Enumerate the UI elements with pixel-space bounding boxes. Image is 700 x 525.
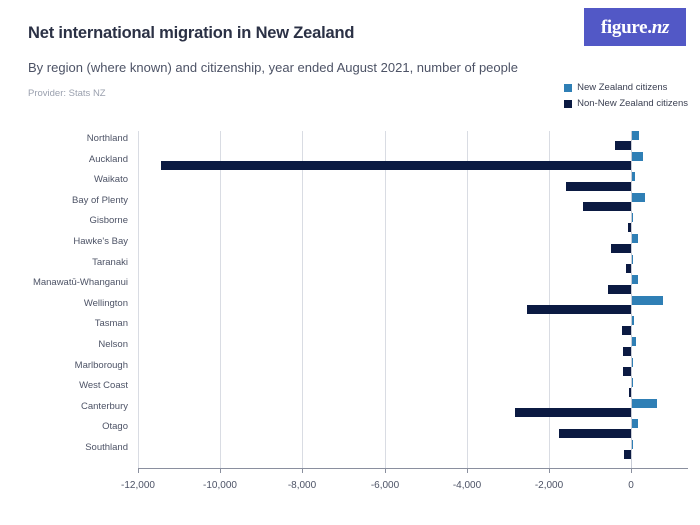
category-label: Gisborne [89,215,128,227]
bar-nz-citizens[interactable] [631,151,643,161]
category-axis: Northland Auckland Waikato Bay of Plenty Gis… [0,0,128,525]
x-axis-tick-label: -6,000 [370,480,400,491]
x-axis-tick [385,468,386,473]
category-label: Taranaki [92,256,128,268]
bar-nz-citizens[interactable] [631,131,639,140]
x-axis-tick [138,468,139,473]
category-label: Wellington [83,297,128,309]
category-label: West Coast [79,380,128,392]
bar-nz-citizens[interactable] [631,419,638,429]
x-axis-tick-label: -12,000 [121,480,155,491]
category-label: Auckland [88,153,128,165]
chart-figure: Net international migration in New Zeala… [0,0,700,525]
bar-non-nz-citizens[interactable] [526,305,631,315]
bar-non-nz-citizens[interactable] [623,449,631,459]
x-axis-tick [467,468,468,473]
bar-non-nz-citizens[interactable] [614,140,631,150]
plot-area: Northland Auckland Waikato Bay of Plenty Gis… [0,0,700,525]
category-label: Bay of Plenty [72,194,128,206]
x-axis-tick-label: -4,000 [452,480,482,491]
bar-non-nz-citizens[interactable] [161,161,631,171]
category-label: Otago [102,421,128,433]
x-axis-tick-label: -10,000 [203,480,237,491]
category-label: Southland [85,442,128,453]
x-axis-tick [631,468,632,473]
x-axis-tick-label: 0 [628,480,634,491]
category-label: Waikato [94,174,128,186]
bar-nz-citizens[interactable] [631,295,664,305]
bar-non-nz-citizens[interactable] [611,243,631,253]
category-label: Northland [86,133,128,144]
x-gridline [385,131,386,468]
x-gridline [138,131,139,468]
category-label: Hawke's Bay [73,236,128,247]
zero-line [631,131,632,468]
category-label: Tasman [94,318,128,330]
category-label: Canterbury [81,400,128,412]
x-gridline [467,131,468,468]
bar-non-nz-citizens[interactable] [582,202,631,212]
bar-non-nz-citizens[interactable] [621,326,631,335]
x-axis-tick-label: -8,000 [287,480,317,491]
category-label: Marlborough [74,359,128,371]
bar-non-nz-citizens[interactable] [566,181,631,191]
x-axis-tick [549,468,550,473]
x-gridline [220,131,221,468]
bar-non-nz-citizens[interactable] [607,284,631,294]
x-axis-tick-label: -2,000 [534,480,564,491]
bar-non-nz-citizens[interactable] [514,408,631,418]
bar-non-nz-citizens[interactable] [623,346,631,356]
category-label: Nelson [98,339,128,350]
bar-nz-citizens[interactable] [631,398,658,408]
bar-non-nz-citizens[interactable] [558,429,631,438]
bar-non-nz-citizens[interactable] [622,367,631,377]
bar-nz-citizens[interactable] [631,234,639,243]
x-axis-tick [302,468,303,473]
bar-nz-citizens[interactable] [631,192,645,202]
x-axis-tick [220,468,221,473]
category-label: Manawatū-Whanganui [32,277,128,289]
x-gridline [549,131,550,468]
x-gridline [302,131,303,468]
